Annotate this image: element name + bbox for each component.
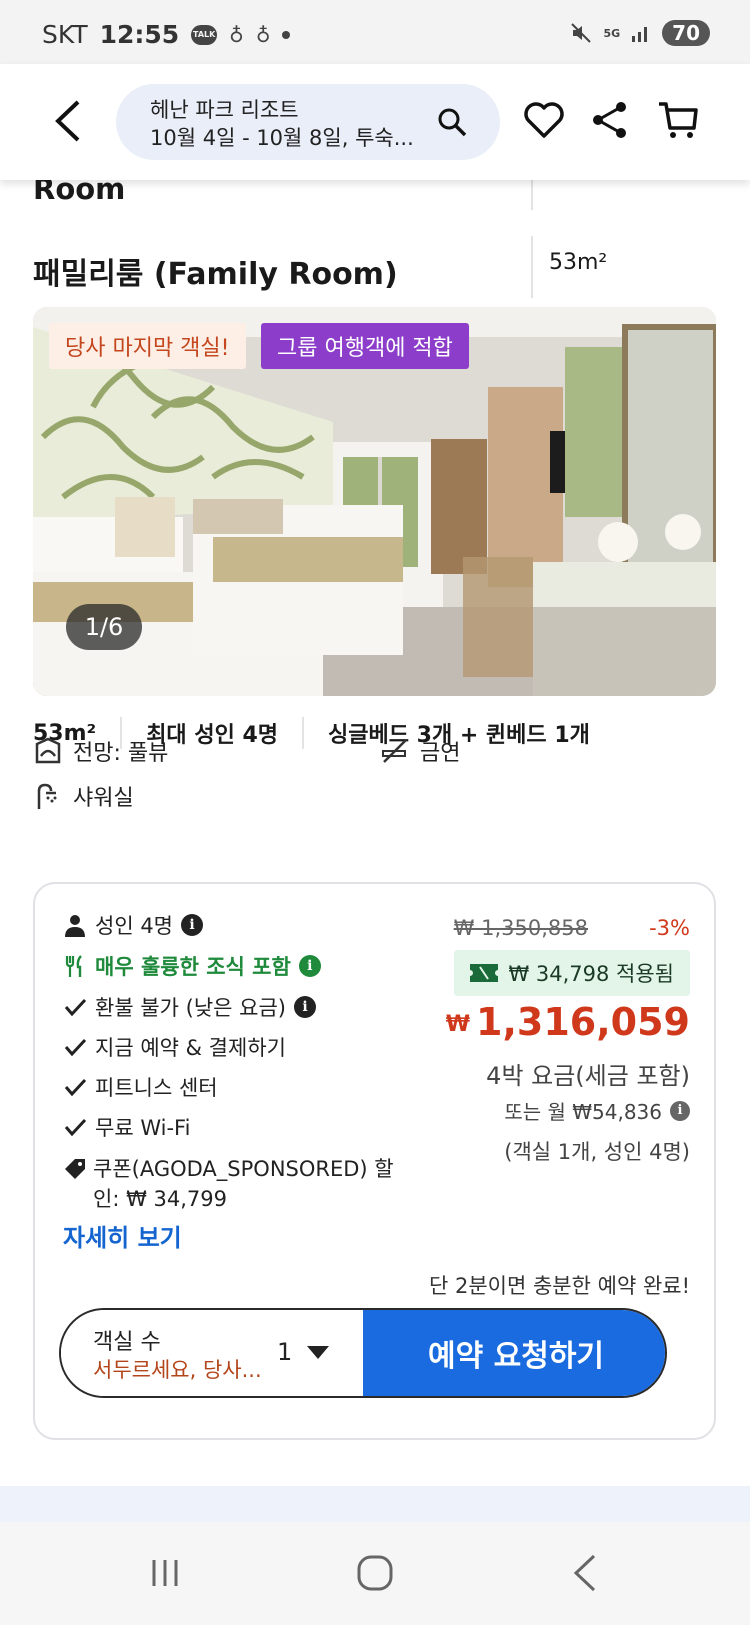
system-navigation-bar [0, 1522, 750, 1625]
offer-adults: 성인 4명 i [63, 910, 203, 940]
shower-icon [37, 783, 57, 809]
info-icon[interactable]: i [293, 996, 316, 1018]
offer-wifi: 무료 Wi-Fi [63, 1112, 190, 1142]
room-count-selector[interactable]: 객실 수 서두르세요, 당사... 1 [61, 1310, 363, 1396]
final-price-value: 1,316,059 [476, 1000, 690, 1044]
feature-non-smoking-label: 금연 [420, 741, 461, 766]
chevron-down-icon [307, 1346, 329, 1359]
offer-pay-now-label: 지금 예약 & 결제하기 [95, 1036, 286, 1060]
tag-icon [65, 1159, 85, 1179]
coupon-applied-badge: ₩ 34,798 적용됨 [454, 950, 690, 996]
carrier-label: SKT [42, 20, 88, 49]
clock: 12:55 [99, 20, 180, 49]
check-icon [64, 1118, 87, 1137]
notification-icon: ♁ [255, 22, 271, 47]
search-icon[interactable] [436, 106, 468, 138]
final-price: ₩1,316,059 [446, 1000, 690, 1044]
divider [531, 236, 533, 298]
ticket-icon [470, 964, 499, 982]
cart-icon[interactable] [656, 98, 700, 142]
discount-percent: -3% [649, 916, 690, 940]
coupon-applied-label: ₩ 34,798 적용됨 [508, 962, 674, 986]
cutlery-icon [65, 955, 82, 977]
stay-dates: 10월 4일 - 10월 8일, 투숙... [150, 126, 414, 150]
status-bar: SKT 12:55 TALK ♁ ♁ 5G 70 [0, 0, 750, 64]
offer-adults-label: 성인 4명 [95, 914, 173, 938]
back-icon[interactable] [50, 98, 90, 144]
check-icon [64, 1078, 87, 1097]
quick-booking-note: 단 2분이면 충분한 예약 완료! [429, 1274, 690, 1298]
network-5g-icon: 5G [603, 26, 621, 40]
room-count-label: 객실 수 [93, 1330, 161, 1355]
battery-indicator: 70 [662, 20, 710, 46]
offer-coupon-line-1: 쿠폰(AGODA_SPONSORED) 할 [93, 1157, 394, 1181]
heart-icon[interactable] [522, 98, 566, 142]
check-icon [64, 1038, 87, 1057]
hotel-name: 헤난 파크 리조트 [150, 98, 299, 122]
more-notifications-icon [282, 30, 291, 39]
offer-non-refundable-label: 환불 불가 (낮은 요금) [95, 996, 286, 1020]
feature-view-label: 전망: 풀뷰 [73, 741, 169, 766]
check-icon [64, 998, 87, 1017]
kakaotalk-icon: TALK [191, 24, 218, 45]
feature-shower: 샤워실 [33, 780, 134, 812]
room-title: 패밀리룸 (Family Room) [33, 257, 398, 292]
offer-coupon-line-2: 인: ₩ 34,799 [93, 1187, 227, 1211]
offer-fitness-label: 피트니스 센터 [95, 1076, 218, 1100]
rate-offer-card: 성인 4명 i 매우 훌륭한 조식 포함 i 환불 불가 (낮은 요금) i 지… [33, 882, 716, 1440]
info-icon[interactable]: i [298, 955, 321, 977]
offer-breakfast: 매우 훌륭한 조식 포함 i [63, 951, 321, 981]
notification-icon: ♁ [229, 22, 244, 47]
room-count-value: 1 [277, 1338, 293, 1366]
offer-breakfast-label: 매우 훌륭한 조식 포함 [95, 955, 291, 979]
page-footer-band [0, 1486, 750, 1522]
recent-apps-icon[interactable] [140, 1548, 190, 1598]
home-icon[interactable] [350, 1548, 400, 1598]
currency-symbol: ₩ [445, 1012, 471, 1037]
offer-coupon: 쿠폰(AGODA_SPONSORED) 할 인: ₩ 34,799 [63, 1154, 423, 1214]
monthly-installment-label: 또는 월 ₩54,836 [504, 1100, 662, 1124]
info-icon[interactable]: i [670, 1100, 690, 1121]
booking-bar: 객실 수 서두르세요, 당사... 1 예약 요청하기 [59, 1308, 667, 1398]
search-summary-bar[interactable]: 헤난 파크 리조트 10월 4일 - 10월 8일, 투숙... [116, 84, 500, 160]
feature-non-smoking: 금연 [380, 735, 460, 767]
mute-icon [571, 23, 592, 43]
top-app-bar: 헤난 파크 리조트 10월 4일 - 10월 8일, 투숙... [0, 64, 750, 180]
room-photo-carousel[interactable]: 당사 마지막 객실! 그룹 여행객에 적합 1/6 [33, 307, 716, 696]
offer-fitness: 피트니스 센터 [63, 1072, 218, 1102]
offer-wifi-label: 무료 Wi-Fi [95, 1116, 191, 1140]
view-icon [35, 737, 61, 764]
share-icon[interactable] [588, 98, 632, 142]
room-size: 53m² [549, 250, 608, 275]
occupancy-summary: (객실 1개, 성인 4명) [504, 1140, 690, 1164]
see-details-link[interactable]: 자세히 보기 [63, 1218, 182, 1253]
request-booking-button[interactable]: 예약 요청하기 [363, 1310, 665, 1396]
photo-counter: 1/6 [66, 604, 142, 650]
group-travel-badge: 그룹 여행객에 적합 [261, 323, 469, 369]
room-count-hint: 서두르세요, 당사... [93, 1358, 262, 1382]
offer-non-refundable: 환불 불가 (낮은 요금) i [63, 992, 316, 1022]
feature-shower-label: 샤워실 [73, 786, 134, 811]
price-note: 4박 요금(세금 포함) [486, 1062, 690, 1090]
no-smoking-icon [382, 739, 407, 763]
original-price: ₩ 1,350,858 [453, 916, 588, 940]
info-icon[interactable]: i [181, 914, 203, 936]
back-nav-icon[interactable] [562, 1548, 612, 1598]
last-room-badge: 당사 마지막 객실! [49, 323, 246, 369]
offer-pay-now: 지금 예약 & 결제하기 [63, 1032, 286, 1062]
feature-view: 전망: 풀뷰 [33, 735, 168, 767]
person-icon [65, 915, 85, 937]
monthly-installment: 또는 월 ₩54,836 i [504, 1096, 690, 1125]
signal-icon [632, 27, 648, 42]
